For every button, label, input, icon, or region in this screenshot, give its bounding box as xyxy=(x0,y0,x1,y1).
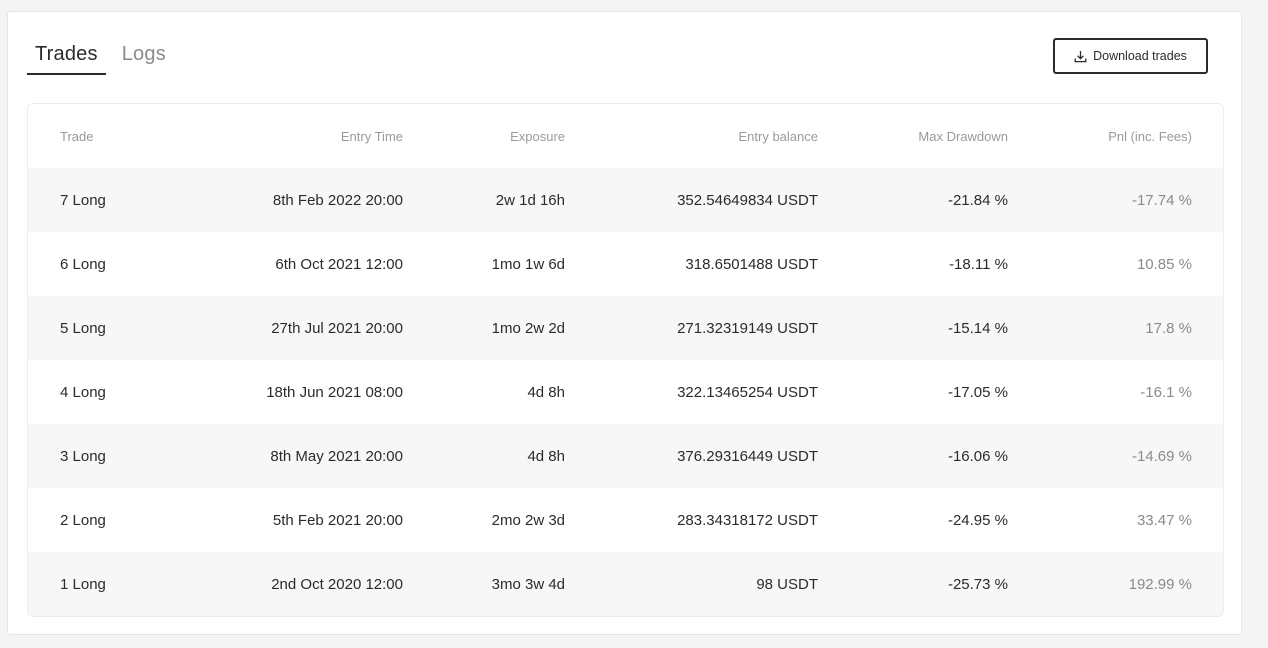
table-row[interactable]: 1 Long 2nd Oct 2020 12:00 3mo 3w 4d 98 U… xyxy=(28,552,1223,616)
cell-pnl: 17.8 % xyxy=(1145,319,1192,337)
cell-trade: 5 Long xyxy=(60,319,106,337)
cell-pnl: -17.74 % xyxy=(1131,191,1192,209)
cell-entry-balance: 98 USDT xyxy=(756,575,818,593)
table-row[interactable]: 6 Long 6th Oct 2021 12:00 1mo 1w 6d 318.… xyxy=(28,232,1223,296)
trades-table-container: Trade Entry Time Exposure Entry balance … xyxy=(27,103,1224,617)
cell-pnl: 192.99 % xyxy=(1128,575,1192,593)
trades-card: Trades Logs Download trades Trade Entry … xyxy=(7,11,1242,635)
cell-max-drawdown: -25.73 % xyxy=(947,575,1008,593)
cell-exposure: 4d 8h xyxy=(527,447,565,465)
cell-pnl: 10.85 % xyxy=(1136,255,1192,273)
tab-trades[interactable]: Trades xyxy=(27,40,106,75)
cell-entry-time: 18th Jun 2021 08:00 xyxy=(266,383,403,401)
cell-max-drawdown: -18.11 % xyxy=(949,255,1008,273)
download-trades-label: Download trades xyxy=(1093,49,1187,63)
header-pnl[interactable]: Pnl (inc. Fees) xyxy=(1008,104,1223,168)
cell-exposure: 1mo 2w 2d xyxy=(491,319,565,337)
download-trades-button[interactable]: Download trades xyxy=(1053,38,1208,74)
cell-max-drawdown: -24.95 % xyxy=(947,511,1008,529)
cell-entry-time: 27th Jul 2021 20:00 xyxy=(271,319,403,337)
table-row[interactable]: 5 Long 27th Jul 2021 20:00 1mo 2w 2d 271… xyxy=(28,296,1223,360)
table-row[interactable]: 2 Long 5th Feb 2021 20:00 2mo 2w 3d 283.… xyxy=(28,488,1223,552)
cell-entry-time: 8th May 2021 20:00 xyxy=(270,447,403,465)
table-row[interactable]: 4 Long 18th Jun 2021 08:00 4d 8h 322.134… xyxy=(28,360,1223,424)
cell-trade: 3 Long xyxy=(60,447,106,465)
cell-trade: 6 Long xyxy=(60,255,106,273)
cell-max-drawdown: -16.06 % xyxy=(947,447,1008,465)
cell-entry-time: 2nd Oct 2020 12:00 xyxy=(271,575,403,593)
cell-trade: 7 Long xyxy=(60,191,106,209)
header-entry-balance[interactable]: Entry balance xyxy=(565,104,819,168)
cell-entry-time: 6th Oct 2021 12:00 xyxy=(275,255,403,273)
cell-entry-balance: 322.13465254 USDT xyxy=(677,383,818,401)
cell-max-drawdown: -17.05 % xyxy=(947,383,1008,401)
download-icon xyxy=(1074,50,1087,62)
table-row[interactable]: 3 Long 8th May 2021 20:00 4d 8h 376.2931… xyxy=(28,424,1223,488)
header-max-drawdown[interactable]: Max Drawdown xyxy=(818,104,1008,168)
header-entry-time[interactable]: Entry Time xyxy=(175,104,403,168)
trades-table: Trade Entry Time Exposure Entry balance … xyxy=(28,104,1223,616)
cell-pnl: -14.69 % xyxy=(1131,447,1192,465)
cell-entry-time: 8th Feb 2022 20:00 xyxy=(272,191,403,209)
header-trade[interactable]: Trade xyxy=(28,104,175,168)
cell-entry-balance: 283.34318172 USDT xyxy=(677,511,818,529)
tab-logs[interactable]: Logs xyxy=(114,40,174,75)
cell-trade: 1 Long xyxy=(60,575,106,593)
cell-max-drawdown: -21.84 % xyxy=(947,191,1008,209)
table-row[interactable]: 7 Long 8th Feb 2022 20:00 2w 1d 16h 352.… xyxy=(28,168,1223,232)
cell-exposure: 3mo 3w 4d xyxy=(491,575,565,593)
cell-exposure: 1mo 1w 6d xyxy=(491,255,565,273)
table-header-row: Trade Entry Time Exposure Entry balance … xyxy=(28,104,1223,168)
cell-exposure: 4d 8h xyxy=(527,383,565,401)
cell-trade: 2 Long xyxy=(60,511,106,529)
cell-entry-balance: 376.29316449 USDT xyxy=(677,447,818,465)
cell-trade: 4 Long xyxy=(60,383,106,401)
cell-max-drawdown: -15.14 % xyxy=(947,319,1008,337)
cell-exposure: 2mo 2w 3d xyxy=(491,511,565,529)
cell-entry-balance: 352.54649834 USDT xyxy=(677,191,818,209)
header-exposure[interactable]: Exposure xyxy=(403,104,565,168)
cell-entry-time: 5th Feb 2021 20:00 xyxy=(272,511,403,529)
tab-bar: Trades Logs xyxy=(27,40,182,80)
cell-pnl: -16.1 % xyxy=(1140,383,1192,401)
cell-entry-balance: 271.32319149 USDT xyxy=(677,319,818,337)
cell-pnl: 33.47 % xyxy=(1136,511,1192,529)
cell-exposure: 2w 1d 16h xyxy=(495,191,565,209)
cell-entry-balance: 318.6501488 USDT xyxy=(685,255,818,273)
